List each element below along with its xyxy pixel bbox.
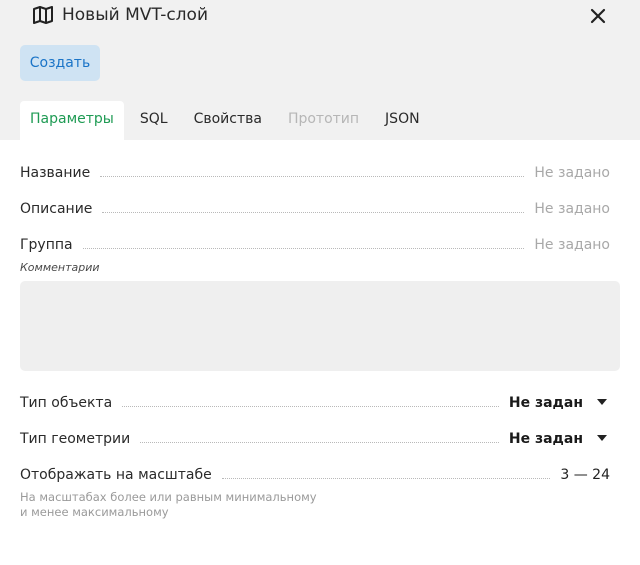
group-label: Группа [20, 237, 73, 253]
leader-dots [140, 442, 499, 443]
geometry-type-select[interactable]: Не задан [509, 431, 610, 447]
comments-textarea[interactable] [20, 281, 620, 371]
tab-bar: Параметры SQL Свойства Прототип JSON [20, 101, 438, 140]
geometry-type-value[interactable]: Не задан [509, 431, 583, 447]
chevron-down-icon[interactable] [597, 435, 607, 441]
geometry-type-field: Тип геометрии Не задан [20, 427, 610, 447]
scale-label: Отображать на масштабе [20, 467, 212, 483]
tab-prototype: Прототип [287, 111, 360, 127]
description-value[interactable]: Не задано [534, 201, 610, 217]
object-type-value[interactable]: Не задан [509, 395, 583, 411]
tab-properties[interactable]: Свойства [186, 101, 270, 140]
scale-field[interactable]: Отображать на масштабе 3 — 24 [20, 463, 610, 483]
comments-label: Комментарии [20, 261, 100, 274]
dialog-header: Новый MVT-слой Создать Параметры SQL Сво… [0, 0, 640, 140]
chevron-down-icon[interactable] [597, 399, 607, 405]
leader-dots [122, 406, 499, 407]
name-field[interactable]: Название Не задано [20, 161, 610, 181]
create-button[interactable]: Создать [20, 45, 100, 81]
scale-hint: На масштабах более или равным минимально… [20, 490, 317, 519]
name-value[interactable]: Не задано [534, 165, 610, 181]
close-icon[interactable] [586, 4, 610, 28]
title-row: Новый MVT-слой [32, 3, 208, 27]
leader-dots [102, 212, 525, 213]
map-icon [32, 5, 54, 25]
tab-sql[interactable]: SQL [132, 101, 176, 140]
object-type-select[interactable]: Не задан [509, 395, 610, 411]
dialog-title: Новый MVT-слой [62, 5, 208, 25]
object-type-label: Тип объекта [20, 395, 113, 411]
group-value[interactable]: Не задано [534, 237, 610, 253]
name-label: Название [20, 165, 91, 181]
tab-parameters[interactable]: Параметры [20, 101, 124, 140]
object-type-field: Тип объекта Не задан [20, 391, 610, 411]
description-field[interactable]: Описание Не задано [20, 197, 610, 217]
geometry-type-label: Тип геометрии [20, 431, 131, 447]
leader-dots [100, 176, 525, 177]
group-field[interactable]: Группа Не задано [20, 233, 610, 253]
leader-dots [221, 478, 551, 479]
tab-json[interactable]: JSON [377, 101, 428, 140]
description-label: Описание [20, 201, 93, 217]
scale-value[interactable]: 3 — 24 [560, 467, 610, 483]
leader-dots [82, 248, 525, 249]
